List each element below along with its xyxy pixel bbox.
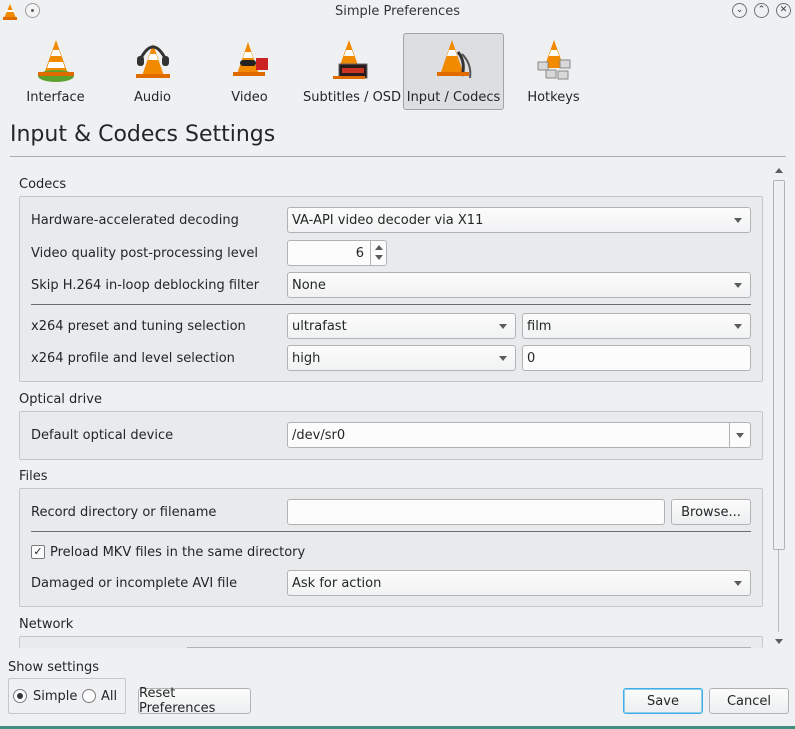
x264-tune-value: film	[527, 318, 552, 334]
pp-level-spinbox[interactable]: 6	[287, 240, 387, 266]
files-section-title: Files	[19, 469, 48, 484]
category-label: Interface	[26, 90, 85, 105]
category-video[interactable]: Video	[202, 33, 297, 110]
window-title: Simple Preferences	[335, 4, 460, 19]
preload-mkv-label[interactable]: Preload MKV files in the same directory	[50, 545, 305, 560]
scroll-up-button[interactable]	[772, 164, 786, 178]
x264-level-input[interactable]: 0	[522, 345, 751, 371]
pp-level-label: Video quality post-processing level	[31, 246, 259, 261]
x264-preset-label: x264 preset and tuning selection	[31, 319, 246, 334]
network-field-edge	[187, 647, 751, 648]
category-label: Input / Codecs	[406, 90, 501, 105]
codecs-divider	[31, 304, 751, 305]
category-input-codecs[interactable]: Input / Codecs	[403, 33, 504, 110]
category-subtitles-osd[interactable]: Subtitles / OSD	[302, 33, 402, 110]
avi-value: Ask for action	[292, 575, 382, 591]
category-label: Subtitles / OSD	[303, 90, 402, 105]
close-icon: ✕	[779, 5, 788, 15]
category-hotkeys[interactable]: Hotkeys	[506, 33, 601, 110]
chevron-down-icon	[734, 324, 742, 329]
maximize-button[interactable]: ⌃	[754, 3, 769, 18]
close-button[interactable]: ✕	[776, 3, 791, 18]
scrollbar-thumb[interactable]	[773, 180, 785, 550]
simple-radio-label[interactable]: Simple	[33, 689, 77, 704]
vlc-cone-subtitles-icon	[332, 40, 367, 79]
show-settings-label: Show settings	[8, 660, 100, 675]
record-path-input[interactable]	[287, 499, 665, 525]
hw-decoding-select[interactable]: VA-API video decoder via X11	[287, 207, 751, 233]
preload-mkv-checkbox[interactable]: ✓	[31, 545, 45, 559]
save-label: Save	[647, 693, 679, 709]
vlc-cone-interface-icon	[37, 40, 74, 82]
reset-preferences-button[interactable]: Reset Preferences	[138, 686, 251, 716]
simple-radio[interactable]	[13, 689, 27, 703]
avi-label: Damaged or incomplete AVI file	[31, 576, 238, 591]
page-title: Input & Codecs Settings	[10, 122, 276, 147]
browse-button[interactable]: Browse...	[671, 499, 751, 525]
reset-preferences-label: Reset Preferences	[139, 686, 216, 716]
hw-decoding-value: VA-API video decoder via X11	[292, 212, 484, 228]
skip-filter-select[interactable]: None	[287, 272, 751, 298]
category-label: Video	[231, 90, 268, 105]
x264-tune-select[interactable]: film	[522, 313, 751, 339]
chevron-down-icon	[734, 283, 742, 288]
optical-device-label: Default optical device	[31, 428, 174, 443]
x264-level-value: 0	[527, 350, 536, 366]
spin-down-icon[interactable]	[375, 255, 383, 260]
avi-select[interactable]: Ask for action	[287, 570, 751, 596]
all-radio[interactable]	[82, 689, 96, 703]
x264-profile-value: high	[292, 350, 321, 366]
network-section-title: Network	[19, 617, 74, 632]
pp-level-value: 6	[355, 245, 364, 261]
x264-profile-label: x264 profile and level selection	[31, 351, 235, 366]
chevron-down-icon[interactable]	[736, 433, 744, 438]
arrow-up-icon	[775, 168, 783, 173]
vlc-cone-headphones-icon	[135, 44, 170, 78]
category-label: Hotkeys	[527, 90, 580, 105]
save-button[interactable]: Save	[623, 688, 703, 714]
category-label: Audio	[134, 90, 171, 105]
cancel-button[interactable]: Cancel	[709, 688, 789, 714]
spin-buttons[interactable]	[370, 241, 386, 265]
vlc-cone-video-icon	[232, 42, 268, 76]
optical-device-value: /dev/sr0	[292, 427, 346, 443]
codecs-section-title: Codecs	[19, 177, 67, 192]
record-label: Record directory or filename	[31, 505, 217, 520]
optical-section-title: Optical drive	[19, 392, 102, 407]
chevron-up-icon: ⌃	[757, 5, 766, 15]
combo-divider	[729, 423, 730, 447]
all-radio-label[interactable]: All	[101, 689, 117, 704]
chevron-down-icon: ⌄	[735, 5, 744, 15]
minimize-button[interactable]: ⌄	[732, 3, 747, 18]
category-interface[interactable]: Interface	[8, 33, 103, 110]
optical-device-combo[interactable]: /dev/sr0	[287, 422, 751, 448]
cancel-label: Cancel	[726, 693, 772, 709]
scroll-down-button[interactable]	[772, 634, 786, 648]
chevron-down-icon	[734, 581, 742, 586]
x264-preset-value: ultrafast	[292, 318, 347, 334]
files-divider	[31, 531, 751, 532]
chevron-down-icon	[499, 324, 507, 329]
x264-preset-select[interactable]: ultrafast	[287, 313, 516, 339]
arrow-down-icon	[775, 639, 783, 644]
vlc-cone-keys-icon	[537, 40, 570, 80]
category-audio[interactable]: Audio	[105, 33, 200, 110]
chevron-down-icon	[734, 218, 742, 223]
hw-decoding-label: Hardware-accelerated decoding	[31, 213, 239, 228]
chevron-down-icon	[499, 356, 507, 361]
x264-profile-select[interactable]: high	[287, 345, 516, 371]
skip-filter-label: Skip H.264 in-loop deblocking filter	[31, 278, 260, 293]
skip-filter-value: None	[292, 277, 326, 293]
vlc-cone-cables-icon	[436, 40, 471, 79]
spin-up-icon[interactable]	[375, 245, 383, 250]
heading-divider	[10, 156, 786, 157]
